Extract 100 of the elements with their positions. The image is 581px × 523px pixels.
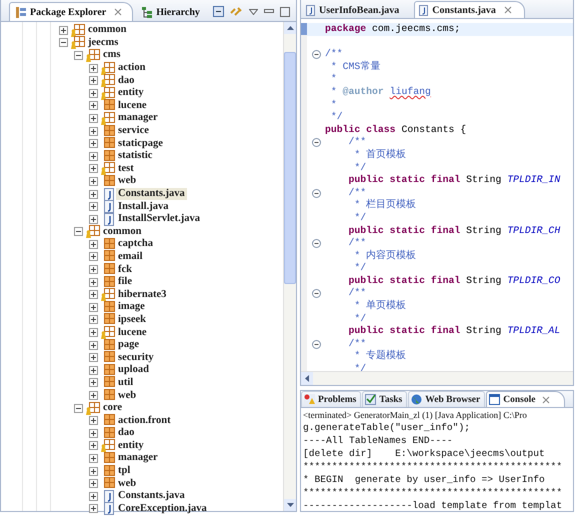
tree-item[interactable]: test [116, 162, 136, 175]
expand-toggle-icon[interactable] [89, 64, 98, 73]
expand-toggle-icon[interactable] [89, 278, 98, 287]
expand-toggle-icon[interactable] [89, 315, 98, 324]
view-tab[interactable]: Web Browser [408, 391, 486, 407]
tree-item[interactable]: upload [116, 364, 151, 376]
view-tab[interactable]: Tasks [362, 391, 408, 407]
expand-toggle-icon[interactable] [89, 340, 98, 350]
scroll-down-icon[interactable] [286, 503, 294, 507]
minimize-icon[interactable] [264, 9, 274, 14]
view-tab[interactable]: Package Explorer [9, 2, 134, 21]
fold-icon[interactable] [312, 50, 320, 59]
expand-toggle-icon[interactable] [89, 152, 98, 161]
tree-item[interactable]: action.front [116, 414, 173, 427]
scrollbar[interactable] [283, 22, 296, 511]
expand-toggle-icon[interactable] [89, 114, 98, 123]
expand-toggle-icon[interactable] [89, 466, 98, 476]
expand-toggle-icon[interactable] [89, 126, 98, 136]
tree-item[interactable]: security [116, 352, 156, 364]
expand-toggle-icon[interactable] [89, 139, 98, 148]
expand-toggle-icon[interactable] [89, 302, 98, 312]
tree-item[interactable]: Constants.java [116, 188, 187, 200]
expand-toggle-icon[interactable] [89, 164, 98, 174]
expand-toggle-icon[interactable] [89, 252, 98, 262]
tree-item[interactable]: hibernate3 [116, 288, 168, 301]
tree-item[interactable]: web [116, 478, 138, 490]
tree-item[interactable]: page [116, 339, 141, 352]
view-tab[interactable]: Hierarchy [135, 2, 211, 21]
tree-item[interactable]: Constants.java [116, 490, 187, 502]
expand-toggle-icon[interactable] [89, 454, 98, 463]
close-icon[interactable] [114, 8, 122, 16]
view-menu-icon[interactable] [249, 8, 258, 14]
tree-item[interactable]: staticpage [116, 138, 165, 150]
tree-item[interactable]: Install.java [116, 200, 170, 213]
scrollbar[interactable] [301, 371, 573, 385]
expand-toggle-icon[interactable] [89, 76, 98, 86]
fold-icon[interactable] [312, 188, 320, 198]
expand-toggle-icon[interactable] [89, 391, 98, 400]
fold-icon[interactable] [312, 340, 320, 349]
tree-item[interactable]: statistic [116, 150, 154, 162]
tree-item[interactable]: web [116, 390, 138, 402]
tree-item[interactable]: entity [116, 440, 146, 452]
expand-toggle-icon[interactable] [59, 26, 68, 35]
expand-toggle-icon[interactable] [89, 290, 98, 300]
expand-toggle-icon[interactable] [89, 214, 98, 224]
collapse-toggle-icon[interactable] [74, 404, 83, 413]
tree-item[interactable]: dao [116, 74, 136, 87]
expand-toggle-icon[interactable] [89, 202, 98, 212]
tree-item[interactable]: CoreException.java [116, 502, 209, 515]
collapse-toggle-icon[interactable] [59, 38, 68, 48]
expand-toggle-icon[interactable] [89, 441, 98, 450]
tree-item[interactable]: manager [116, 112, 160, 124]
expand-toggle-icon[interactable] [89, 492, 98, 501]
tree-item[interactable]: lucene [116, 326, 149, 339]
collapse-all-icon[interactable] [213, 6, 224, 17]
fold-icon[interactable] [312, 238, 320, 248]
tree-item[interactable]: common [86, 24, 128, 36]
tree-item[interactable]: jeecms [86, 36, 120, 49]
tree-item[interactable]: file [116, 276, 134, 288]
expand-toggle-icon[interactable] [89, 378, 98, 388]
tree-item[interactable]: service [116, 125, 151, 138]
expand-toggle-icon[interactable] [89, 240, 98, 249]
fold-icon[interactable] [312, 289, 320, 298]
tree-item[interactable]: util [116, 376, 136, 389]
expand-toggle-icon[interactable] [89, 504, 98, 514]
expand-toggle-icon[interactable] [89, 416, 98, 426]
tree-item[interactable]: fck [116, 264, 134, 276]
tree-item[interactable]: captcha [116, 238, 155, 250]
tree-item[interactable]: cms [101, 49, 122, 62]
tree-item[interactable]: tpl [116, 465, 132, 478]
tree-item[interactable]: entity [116, 87, 146, 100]
expand-toggle-icon[interactable] [89, 176, 98, 186]
expand-toggle-icon[interactable] [89, 88, 98, 98]
fold-icon[interactable] [312, 138, 320, 148]
tree-item[interactable]: common [101, 226, 144, 238]
editor-tab[interactable]: UserInfoBean.java [301, 1, 412, 18]
close-icon[interactable] [542, 396, 550, 404]
view-tab[interactable]: Console [486, 391, 566, 407]
collapse-toggle-icon[interactable] [74, 50, 83, 60]
tree-item[interactable]: email [116, 250, 144, 263]
scroll-up-icon[interactable] [286, 26, 294, 30]
close-icon[interactable] [504, 6, 512, 14]
tree-item[interactable]: web [116, 175, 138, 188]
expand-toggle-icon[interactable] [89, 353, 98, 362]
collapse-toggle-icon[interactable] [74, 227, 83, 236]
maximize-icon[interactable] [280, 6, 290, 16]
expand-toggle-icon[interactable] [89, 479, 98, 488]
expand-toggle-icon[interactable] [89, 366, 98, 375]
tree-item[interactable]: image [116, 301, 147, 314]
tree-item[interactable]: core [101, 402, 124, 414]
editor-tab[interactable]: Constants.java [414, 1, 525, 18]
tree-item[interactable]: InstallServlet.java [116, 213, 202, 226]
expand-toggle-icon[interactable] [89, 190, 98, 199]
scroll-left-icon[interactable] [305, 375, 309, 382]
expand-toggle-icon[interactable] [89, 265, 98, 274]
tree-item[interactable]: action [116, 62, 148, 74]
tree-item[interactable]: lucene [116, 100, 149, 112]
tree-item[interactable]: ipseek [116, 314, 148, 326]
expand-toggle-icon[interactable] [89, 428, 98, 438]
tree-item[interactable]: manager [116, 452, 160, 464]
